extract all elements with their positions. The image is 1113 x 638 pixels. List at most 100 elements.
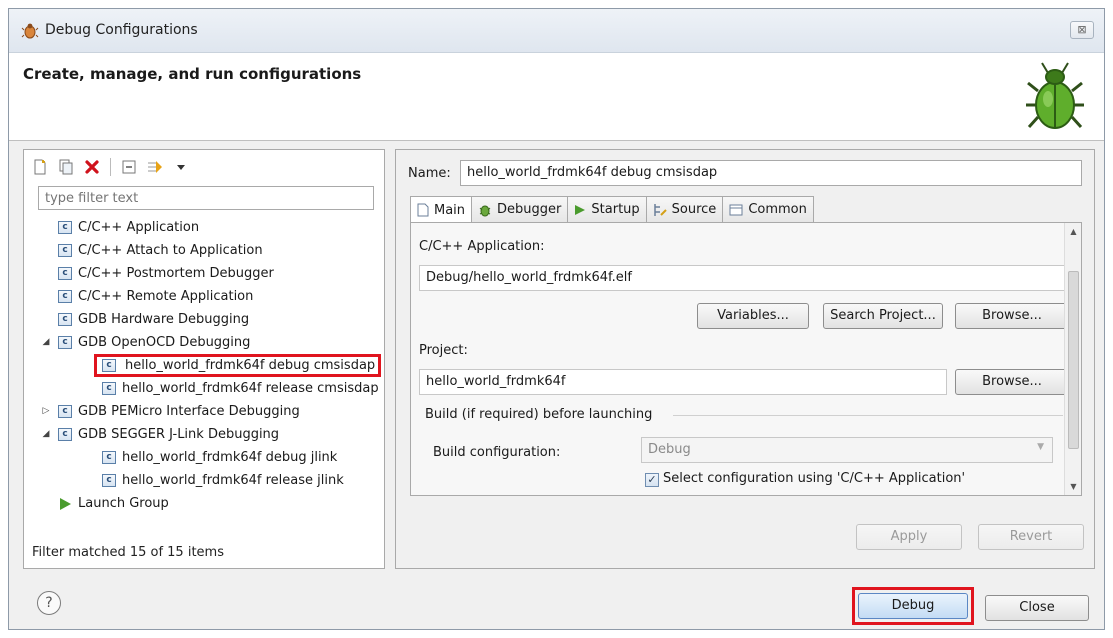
browse-project-button[interactable]: Browse... [955, 369, 1069, 395]
apply-button[interactable]: Apply [856, 524, 962, 550]
c-config-icon: c [58, 313, 72, 326]
collapse-arrow-icon[interactable]: ▷ [40, 400, 52, 423]
build-group-label: Build (if required) before launching [425, 407, 653, 422]
tree-item-gdb-pemicro[interactable]: ▷ c GDB PEMicro Interface Debugging [24, 400, 384, 423]
tree-item-launch-group[interactable]: Launch Group [24, 492, 384, 515]
chevron-down-icon: ▼ [1037, 442, 1044, 452]
tree-item-label: GDB PEMicro Interface Debugging [78, 404, 300, 419]
tree-item-c-cpp-attach[interactable]: c C/C++ Attach to Application [24, 239, 384, 262]
filter-icon[interactable] [145, 157, 165, 177]
tab-label: Source [671, 202, 717, 217]
select-config-label: Select configuration using 'C/C++ Applic… [663, 471, 966, 486]
tree-item-gdb-segger[interactable]: ◢ c GDB SEGGER J-Link Debugging [24, 423, 384, 446]
c-config-icon: c [58, 244, 72, 257]
application-label: C/C++ Application: [419, 239, 545, 254]
browse-application-button[interactable]: Browse... [955, 303, 1069, 329]
launch-group-icon [60, 498, 71, 510]
tree-item-release-jlink[interactable]: c hello_world_frdmk64f release jlink [24, 469, 384, 492]
configuration-tree: c C/C++ Application c C/C++ Attach to Ap… [24, 216, 384, 515]
toolbar-separator [110, 158, 111, 176]
tree-item-c-cpp-application[interactable]: c C/C++ Application [24, 216, 384, 239]
tab-label: Main [434, 202, 466, 218]
tree-item-gdb-hardware[interactable]: c GDB Hardware Debugging [24, 308, 384, 331]
application-input[interactable]: Debug/hello_world_frdmk64f.elf [419, 265, 1071, 291]
c-config-icon: c [102, 451, 116, 464]
common-tab-icon [729, 204, 743, 215]
tab-source[interactable]: Source [645, 196, 724, 222]
debug-button-highlight: Debug [852, 587, 974, 625]
main-tab-icon [417, 203, 429, 217]
tree-item-gdb-openocd[interactable]: ◢ c GDB OpenOCD Debugging [24, 331, 384, 354]
config-toolbar [30, 156, 191, 178]
c-config-icon: c [102, 382, 116, 395]
help-icon[interactable]: ? [37, 591, 61, 615]
source-tab-icon [653, 203, 667, 216]
configuration-list-pane: c C/C++ Application c C/C++ Attach to Ap… [23, 149, 385, 569]
config-name-input[interactable]: hello_world_frdmk64f debug cmsisdap [460, 160, 1082, 186]
tree-item-label: C/C++ Postmortem Debugger [78, 266, 274, 281]
select-value: Debug [648, 442, 691, 457]
c-config-icon: c [58, 428, 72, 441]
close-button[interactable]: Close [985, 595, 1089, 621]
tab-main[interactable]: Main [410, 196, 473, 223]
config-tabs: Main Debugger Startup Source Common [410, 196, 814, 223]
expand-arrow-icon[interactable]: ◢ [40, 423, 52, 446]
tree-item-debug-jlink[interactable]: c hello_world_frdmk64f debug jlink [24, 446, 384, 469]
dropdown-icon[interactable] [171, 157, 191, 177]
app-bug-icon [21, 23, 39, 39]
tree-item-label: hello_world_frdmk64f release cmsisdap [122, 381, 379, 396]
select-config-checkbox[interactable]: ✓ [645, 473, 659, 487]
tab-common[interactable]: Common [722, 196, 814, 222]
panel-scrollbar[interactable]: ▲ ▼ [1064, 223, 1081, 495]
filter-status-text: Filter matched 15 of 15 items [32, 545, 224, 560]
delete-icon[interactable] [82, 157, 102, 177]
tab-label: Debugger [497, 202, 562, 217]
debugger-tab-icon [479, 205, 491, 216]
scroll-thumb[interactable] [1068, 271, 1079, 449]
build-config-select[interactable]: Debug ▼ [641, 437, 1053, 463]
tree-item-label: C/C++ Remote Application [78, 289, 254, 304]
project-label: Project: [419, 343, 468, 358]
search-project-button[interactable]: Search Project... [823, 303, 943, 329]
scroll-up-icon[interactable]: ▲ [1065, 223, 1081, 240]
tree-item-release-cmsisdap[interactable]: c hello_world_frdmk64f release cmsisdap [24, 377, 384, 400]
collapse-all-icon[interactable] [119, 157, 139, 177]
tree-item-label: hello_world_frdmk64f release jlink [122, 473, 344, 488]
tree-item-c-cpp-postmortem[interactable]: c C/C++ Postmortem Debugger [24, 262, 384, 285]
tree-item-label: Launch Group [78, 496, 169, 511]
c-config-icon: c [102, 359, 116, 372]
c-config-icon: c [58, 405, 72, 418]
c-config-icon: c [58, 336, 72, 349]
debug-configurations-dialog: Debug Configurations ⊠ Create, manage, a… [8, 8, 1105, 630]
main-tab-panel: C/C++ Application: Debug/hello_world_frd… [410, 222, 1082, 496]
expand-arrow-icon[interactable]: ◢ [40, 331, 52, 354]
tree-item-label: C/C++ Application [78, 220, 200, 235]
name-label: Name: [408, 166, 451, 181]
tree-item-c-cpp-remote[interactable]: c C/C++ Remote Application [24, 285, 384, 308]
window-close-button[interactable]: ⊠ [1070, 21, 1094, 39]
tree-item-label: hello_world_frdmk64f debug cmsisdap [94, 354, 382, 377]
project-input[interactable]: hello_world_frdmk64f [419, 369, 947, 395]
new-config-icon[interactable] [30, 157, 50, 177]
tree-item-label: GDB SEGGER J-Link Debugging [78, 427, 280, 442]
tab-debugger[interactable]: Debugger [471, 196, 569, 222]
revert-button[interactable]: Revert [978, 524, 1084, 550]
startup-tab-icon [575, 204, 586, 215]
variables-button[interactable]: Variables... [697, 303, 809, 329]
debug-button[interactable]: Debug [858, 593, 968, 619]
title-bar: Debug Configurations ⊠ [9, 9, 1104, 53]
tree-item-label: C/C++ Attach to Application [78, 243, 263, 258]
group-divider [673, 415, 1063, 416]
duplicate-icon[interactable] [56, 157, 76, 177]
c-config-icon: c [58, 221, 72, 234]
tab-startup[interactable]: Startup [567, 196, 647, 222]
configuration-editor-pane: Name: hello_world_frdmk64f debug cmsisda… [395, 149, 1095, 569]
filter-input[interactable] [38, 186, 374, 210]
scroll-down-icon[interactable]: ▼ [1065, 478, 1081, 495]
tree-item-debug-cmsisdap[interactable]: c hello_world_frdmk64f debug cmsisdap [24, 354, 384, 377]
window-title: Debug Configurations [45, 22, 198, 38]
dialog-button-bar: ? Debug Close [9, 579, 1104, 631]
tree-item-label: hello_world_frdmk64f debug jlink [122, 450, 338, 465]
c-config-icon: c [58, 290, 72, 303]
bug-icon [1026, 62, 1084, 129]
